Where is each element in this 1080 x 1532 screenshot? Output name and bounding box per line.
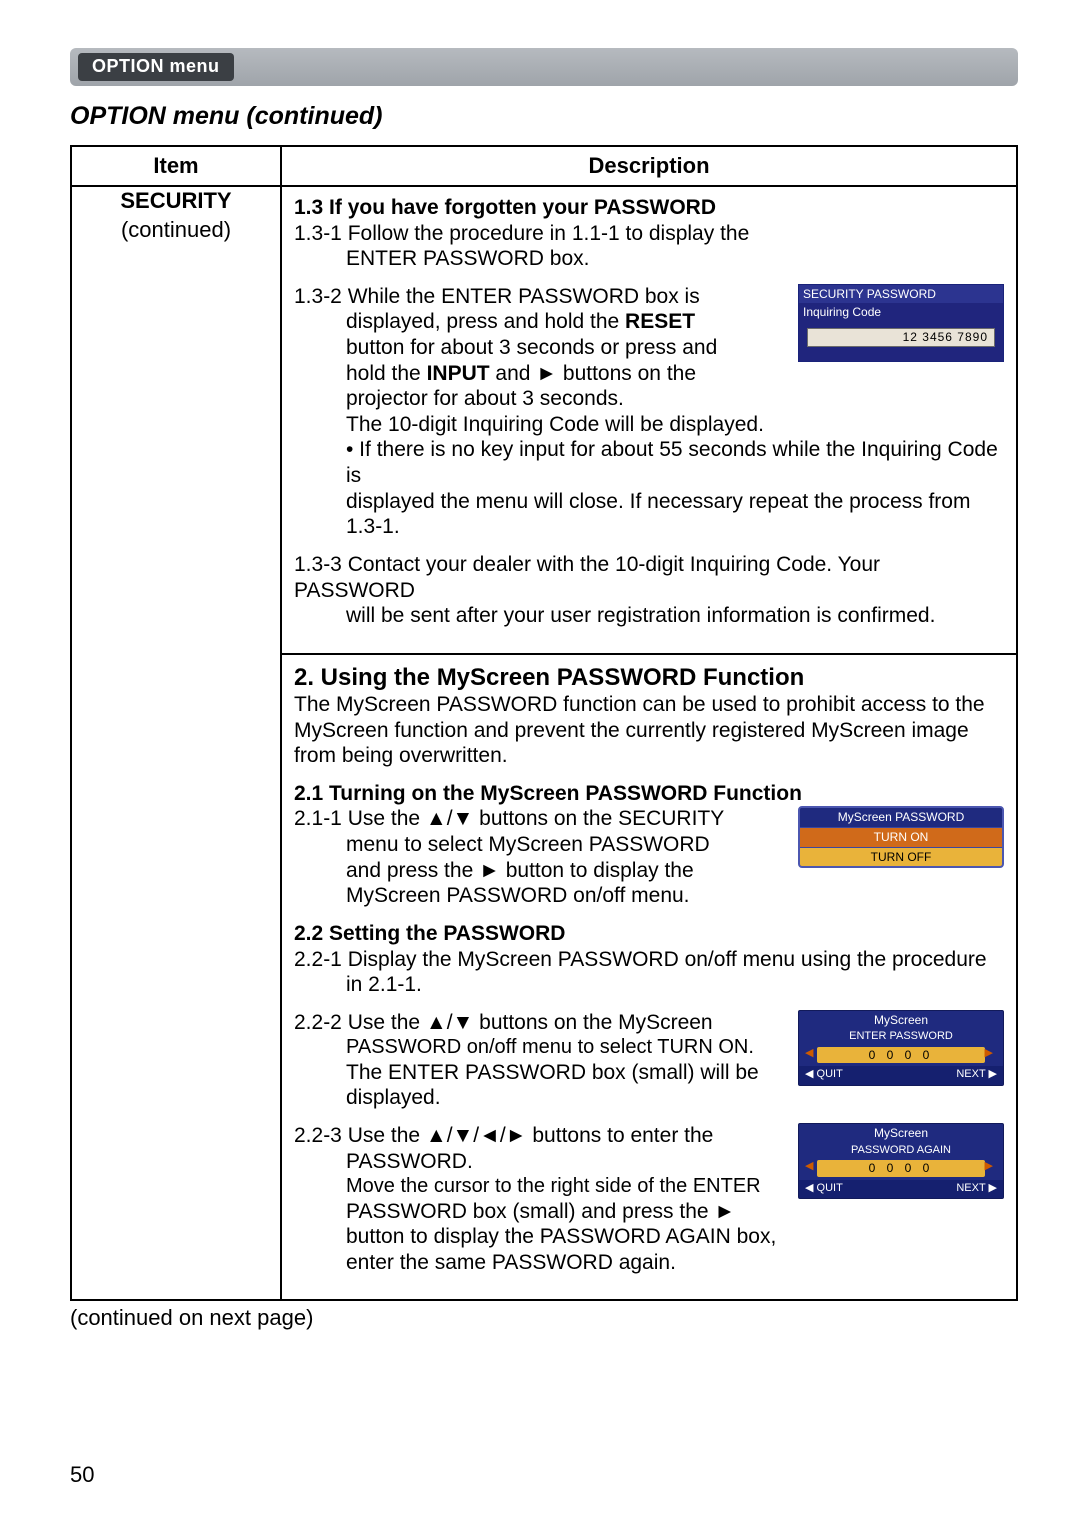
fig2-title: MyScreen PASSWORD	[800, 808, 1002, 827]
s13-p1b: ENTER PASSWORD box.	[294, 246, 1004, 272]
fig4-next: NEXT ▶	[956, 1182, 997, 1195]
fig1-bar: SECURITY PASSWORD	[799, 285, 1003, 304]
s13-p2b-bold: RESET	[625, 310, 695, 333]
desc-cell-bottom: 2. Using the MyScreen PASSWORD Function …	[281, 654, 1017, 1301]
fig3-quit: ◀ QUIT	[805, 1068, 843, 1081]
desc-cell-top: 1.3 If you have forgotten your PASSWORD …	[281, 186, 1017, 654]
s22-p2d: displayed.	[294, 1085, 1004, 1111]
section-title: OPTION menu (continued)	[70, 102, 1018, 131]
fig-security-password: SECURITY PASSWORD Inquiring Code 12 3456…	[798, 284, 1004, 362]
s13-p1a: 1.3-1 Follow the procedure in 1.1-1 to d…	[294, 221, 1004, 247]
menu-tab-label: OPTION menu	[78, 53, 234, 81]
s22-p3d: PASSWORD box (small) and press the ►	[294, 1199, 1004, 1225]
s13-p3a: 1.3-3 Contact your dealer with the 10-di…	[294, 552, 1004, 603]
s13-p2d-b: and ► buttons on the	[490, 362, 696, 385]
fig2-off: TURN OFF	[800, 847, 1002, 867]
option-table: Item Description SECURITY (continued) 1.…	[70, 145, 1018, 1301]
s22-p3e: button to display the PASSWORD AGAIN box…	[294, 1224, 1004, 1250]
s2-title: 2. Using the MyScreen PASSWORD Function	[294, 663, 1004, 692]
s22-p1b: in 2.1-1.	[294, 972, 1004, 998]
fig4-quit: ◀ QUIT	[805, 1182, 843, 1195]
s21-title: 2.1 Turning on the MyScreen PASSWORD Fun…	[294, 781, 1004, 807]
s13-p2e: projector for about 3 seconds.	[294, 386, 1004, 412]
s13-p2d-a: hold the	[346, 362, 427, 385]
fig1-sub: Inquiring Code	[803, 305, 999, 320]
fig1-code: 12 3456 7890	[807, 328, 995, 347]
fig-enter-password: MyScreen ENTER PASSWORD 0 0 0 0 ◀ QUIT N…	[798, 1010, 1004, 1086]
item-sub: (continued)	[72, 216, 280, 245]
fig4-t2: PASSWORD AGAIN	[799, 1143, 1003, 1160]
s13-p3b: will be sent after your user registratio…	[294, 603, 1004, 629]
s2-intro: The MyScreen PASSWORD function can be us…	[294, 692, 1004, 769]
item-name: SECURITY	[72, 187, 280, 216]
fig3-digits: 0 0 0 0	[817, 1047, 985, 1064]
fig-password-again: MyScreen PASSWORD AGAIN 0 0 0 0 ◀ QUIT N…	[798, 1123, 1004, 1199]
s13-p2f: The 10-digit Inquiring Code will be disp…	[294, 412, 1004, 438]
fig4-digits: 0 0 0 0	[817, 1160, 985, 1177]
s13-title: 1.3 If you have forgotten your PASSWORD	[294, 195, 1004, 221]
fig3-t1: MyScreen	[799, 1011, 1003, 1030]
item-cell: SECURITY (continued)	[71, 186, 281, 1300]
header-description: Description	[281, 146, 1017, 186]
s13-p2d-line: hold the INPUT and ► buttons on the	[294, 361, 1004, 387]
fig4-t1: MyScreen	[799, 1124, 1003, 1143]
s21-p1d: MyScreen PASSWORD on/off menu.	[294, 883, 1004, 909]
page-number: 50	[70, 1462, 94, 1488]
s13-p2d-bold: INPUT	[427, 362, 490, 385]
fig-myscreen-onoff: MyScreen PASSWORD TURN ON TURN OFF	[798, 806, 1004, 868]
menu-tab-bar: OPTION menu	[70, 48, 1018, 86]
fig2-on: TURN ON	[800, 827, 1002, 847]
s13-p2h: displayed the menu will close. If necess…	[294, 489, 1004, 540]
s22-p1a: 2.2-1 Display the MyScreen PASSWORD on/o…	[294, 947, 1004, 973]
s13-p2g: • If there is no key input for about 55 …	[294, 437, 1004, 488]
fig3-next: NEXT ▶	[956, 1068, 997, 1081]
header-item: Item	[71, 146, 281, 186]
fig3-t2: ENTER PASSWORD	[799, 1029, 1003, 1046]
s13-p2b: displayed, press and hold the	[346, 310, 625, 333]
s22-title: 2.2 Setting the PASSWORD	[294, 921, 1004, 947]
continued-note: (continued on next page)	[70, 1305, 1018, 1331]
s22-p3f: enter the same PASSWORD again.	[294, 1250, 1004, 1276]
